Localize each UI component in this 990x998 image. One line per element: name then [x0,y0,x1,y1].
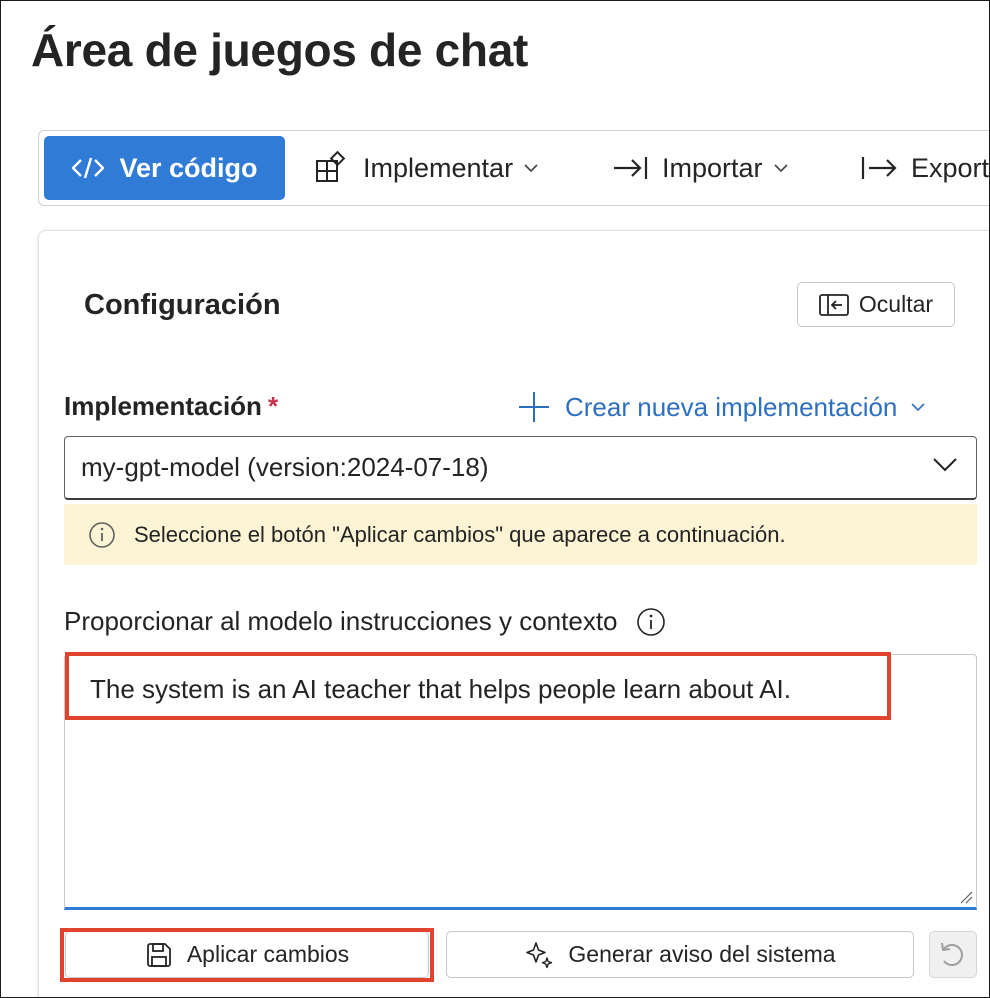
page-title: Área de juegos de chat [31,24,528,76]
import-label: Importar [662,152,763,183]
export-label: Export [911,152,990,183]
required-indicator: * [267,391,279,421]
instructions-label: Proporcionar al modelo instrucciones y c… [64,606,666,637]
resize-grip-icon[interactable] [959,890,973,904]
undo-icon [941,942,963,966]
notice-bar: Seleccione el botón "Aplicar cambios" qu… [64,504,977,565]
create-deployment-label: Crear nueva implementación [565,391,898,422]
deploy-icon [316,151,346,182]
configuration-title: Configuración [84,289,281,321]
highlight-box [65,652,891,720]
highlight-box [60,928,434,982]
info-icon [89,521,115,548]
chevron-down-icon [524,164,538,173]
chevron-down-icon [773,164,788,173]
plus-icon [519,392,549,422]
hide-label: Ocultar [858,291,934,317]
chevron-down-icon [933,458,957,472]
view-code-label: Ver código [119,152,258,183]
info-icon[interactable] [636,607,666,637]
deployment-select[interactable]: my-gpt-model (version:2024-07-18) [64,436,977,500]
deployment-select-value: my-gpt-model (version:2024-07-18) [81,452,489,482]
hide-button[interactable]: Ocultar [797,282,955,327]
panel-collapse-icon [819,293,849,316]
deploy-button[interactable]: Implementar [315,136,539,200]
reset-button[interactable] [929,931,977,978]
instructions-label-text: Proporcionar al modelo instrucciones y c… [64,606,618,636]
deploy-label: Implementar [363,152,514,183]
deployment-label: Implementación * [64,391,278,422]
export-button[interactable]: Export [861,136,989,200]
import-icon [614,157,648,179]
app-window: Área de juegos de chat Ver código Implem… [0,0,990,998]
export-icon [861,157,897,179]
generate-system-prompt-button[interactable]: Generar aviso del sistema [446,931,914,978]
create-deployment-link[interactable]: Crear nueva implementación [517,389,925,425]
chevron-down-icon [911,402,925,411]
deployment-label-text: Implementación [64,391,262,421]
import-button[interactable]: Importar [612,136,789,200]
view-code-button[interactable]: Ver código [44,136,285,200]
generate-system-prompt-label: Generar aviso del sistema [568,941,836,967]
sparkle-icon [526,941,553,968]
notice-text: Seleccione el botón "Aplicar cambios" qu… [134,521,786,547]
code-icon [72,157,105,179]
toolbar: Ver código Implementar Importar Export [38,130,989,206]
